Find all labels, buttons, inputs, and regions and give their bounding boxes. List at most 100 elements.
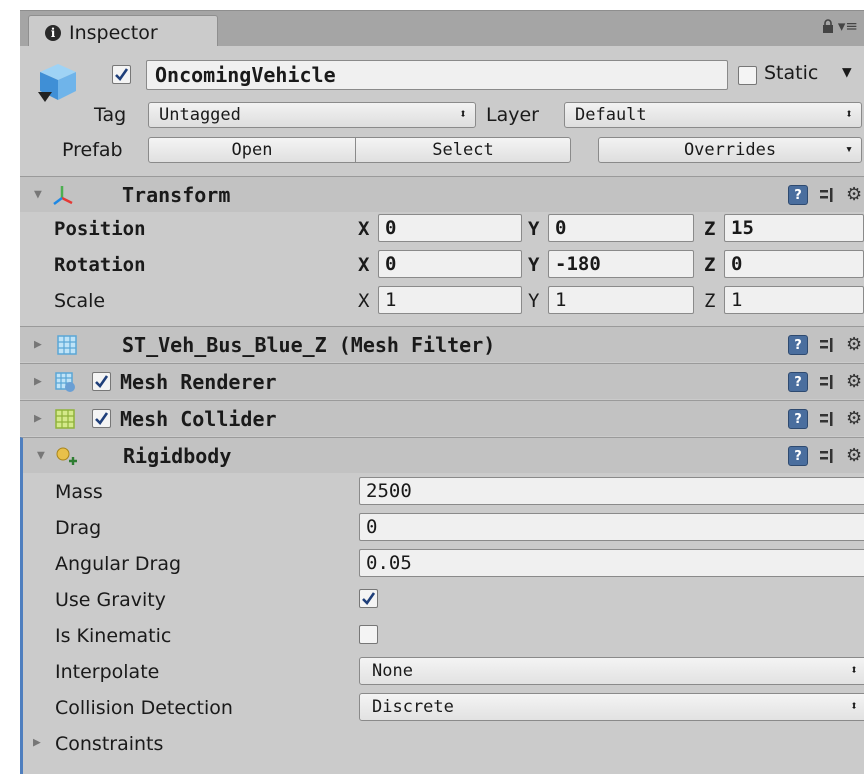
preset-icon[interactable] xyxy=(818,373,836,391)
layer-value: Default xyxy=(575,105,647,125)
constraints-fold-icon[interactable]: ▶ xyxy=(33,735,41,750)
rotation-x-field[interactable]: 0 xyxy=(378,250,522,278)
dropdown-arrow-icon[interactable] xyxy=(38,92,52,102)
tab-inspector[interactable]: i Inspector xyxy=(28,15,218,49)
mesh-collider-header-icons: ? ⚙ xyxy=(788,409,864,429)
layer-dropdown[interactable]: Default ⬍ xyxy=(564,102,862,128)
rotation-y-field[interactable]: -180 xyxy=(548,250,694,278)
mesh-renderer-header[interactable]: ▶ Mesh Renderer ? ⚙ xyxy=(20,363,864,399)
preset-icon[interactable] xyxy=(818,447,836,465)
rigidbody-icon xyxy=(56,447,77,465)
layer-label: Layer xyxy=(486,104,539,126)
rigidbody-header-icons: ? ⚙ xyxy=(788,446,864,466)
scale-y-label[interactable]: Y xyxy=(528,290,539,312)
mesh-filter-title: ST_Veh_Bus_Blue_Z (Mesh Filter) xyxy=(122,333,496,357)
overrides-label: Overrides xyxy=(683,140,777,160)
mesh-filter-header[interactable]: ▶ ST_Veh_Bus_Blue_Z (Mesh Filter) ? ⚙ xyxy=(20,326,864,362)
rotation-x-label[interactable]: X xyxy=(358,254,369,276)
position-x-label[interactable]: X xyxy=(358,218,369,240)
position-y-label[interactable]: Y xyxy=(528,218,539,240)
rigidbody-header[interactable]: ▼ Rigidbody ? ⚙ xyxy=(20,437,864,473)
position-label: Position xyxy=(54,218,146,240)
interpolate-value: None xyxy=(372,661,413,681)
help-icon[interactable]: ? xyxy=(788,335,808,355)
static-checkbox[interactable] xyxy=(738,66,757,85)
prefab-select-button[interactable]: Select xyxy=(355,137,571,163)
fold-closed-icon[interactable]: ▶ xyxy=(34,337,42,352)
scale-z-label[interactable]: Z xyxy=(704,290,715,312)
prefab-open-button[interactable]: Open xyxy=(148,137,356,163)
rotation-y-label[interactable]: Y xyxy=(528,254,539,276)
is-kinematic-label: Is Kinematic xyxy=(55,625,172,647)
static-dropdown-arrow-icon[interactable]: ▼ xyxy=(842,62,852,81)
collision-detection-dropdown[interactable]: Discrete ⬍ xyxy=(359,693,864,721)
preset-icon[interactable] xyxy=(818,410,836,428)
mesh-renderer-icon xyxy=(55,372,75,392)
is-kinematic-checkbox[interactable] xyxy=(359,625,378,644)
preset-icon[interactable] xyxy=(818,186,836,204)
constraints-label[interactable]: Constraints xyxy=(55,733,163,755)
mesh-collider-enabled-checkbox[interactable] xyxy=(92,409,111,428)
tag-label: Tag xyxy=(94,104,127,126)
menu-icon[interactable]: ▾≡ xyxy=(838,17,858,35)
scale-x-label[interactable]: X xyxy=(358,290,369,312)
checkmark-icon xyxy=(115,68,129,82)
dropdown-arrow-icon: ▾ xyxy=(845,142,853,157)
tab-menu[interactable]: ▾≡ xyxy=(822,17,858,35)
prefab-overrides-dropdown[interactable]: Overrides ▾ xyxy=(598,137,862,163)
gear-icon[interactable]: ⚙ xyxy=(846,447,864,465)
fold-closed-icon[interactable]: ▶ xyxy=(34,374,42,389)
fold-open-icon[interactable]: ▼ xyxy=(34,187,42,202)
scale-y-field[interactable]: 1 xyxy=(548,286,694,314)
gear-icon[interactable]: ⚙ xyxy=(846,410,864,428)
angular-drag-field[interactable]: 0.05 xyxy=(359,549,864,577)
use-gravity-label: Use Gravity xyxy=(55,589,166,611)
transform-header-icons: ? ⚙ xyxy=(788,185,864,205)
mesh-collider-header[interactable]: ▶ Mesh Collider ? ⚙ xyxy=(20,400,864,436)
gear-icon[interactable]: ⚙ xyxy=(846,373,864,391)
tag-dropdown[interactable]: Untagged ⬍ xyxy=(148,102,476,128)
drag-field[interactable]: 0 xyxy=(359,513,864,541)
position-z-label[interactable]: Z xyxy=(704,218,715,240)
rigidbody-body: Mass 2500 Drag 0 Angular Drag 0.05 Use G… xyxy=(20,471,864,774)
mesh-filter-header-icons: ? ⚙ xyxy=(788,335,864,355)
scale-z-field[interactable]: 1 xyxy=(724,286,864,314)
gear-icon[interactable]: ⚙ xyxy=(846,336,864,354)
tag-value: Untagged xyxy=(159,105,241,125)
mass-field[interactable]: 2500 xyxy=(359,477,864,505)
position-z-field[interactable]: 15 xyxy=(724,214,864,242)
active-checkbox[interactable] xyxy=(112,65,131,84)
angular-drag-label: Angular Drag xyxy=(55,553,182,575)
help-icon[interactable]: ? xyxy=(788,185,808,205)
rotation-z-field[interactable]: 0 xyxy=(724,250,864,278)
mesh-collider-icon xyxy=(55,409,75,429)
mesh-renderer-enabled-checkbox[interactable] xyxy=(92,372,111,391)
mesh-renderer-header-icons: ? ⚙ xyxy=(788,372,864,392)
rigidbody-title: Rigidbody xyxy=(123,444,232,468)
scale-x-field[interactable]: 1 xyxy=(378,286,522,314)
checkmark-icon xyxy=(362,592,376,606)
mass-label: Mass xyxy=(55,481,103,503)
rotation-label: Rotation xyxy=(54,254,146,276)
position-x-field[interactable]: 0 xyxy=(378,214,522,242)
use-gravity-checkbox[interactable] xyxy=(359,589,378,608)
checkmark-icon xyxy=(95,375,109,389)
help-icon[interactable]: ? xyxy=(788,372,808,392)
drag-label: Drag xyxy=(55,517,102,539)
interpolate-dropdown[interactable]: None ⬍ xyxy=(359,657,864,685)
fold-open-icon[interactable]: ▼ xyxy=(37,448,45,463)
transform-header[interactable]: ▼ Transform ? ⚙ xyxy=(20,176,864,212)
mesh-renderer-title: Mesh Renderer xyxy=(120,370,277,394)
rotation-z-label[interactable]: Z xyxy=(704,254,715,276)
gear-icon[interactable]: ⚙ xyxy=(846,186,864,204)
collision-detection-label: Collision Detection xyxy=(55,697,233,719)
mesh-collider-title: Mesh Collider xyxy=(120,407,277,431)
lock-icon[interactable] xyxy=(822,19,834,33)
object-name-field[interactable]: OncomingVehicle xyxy=(146,60,728,90)
help-icon[interactable]: ? xyxy=(788,446,808,466)
preset-icon[interactable] xyxy=(818,336,836,354)
help-icon[interactable]: ? xyxy=(788,409,808,429)
position-y-field[interactable]: 0 xyxy=(548,214,694,242)
scale-label: Scale xyxy=(54,290,106,312)
fold-closed-icon[interactable]: ▶ xyxy=(34,411,42,426)
